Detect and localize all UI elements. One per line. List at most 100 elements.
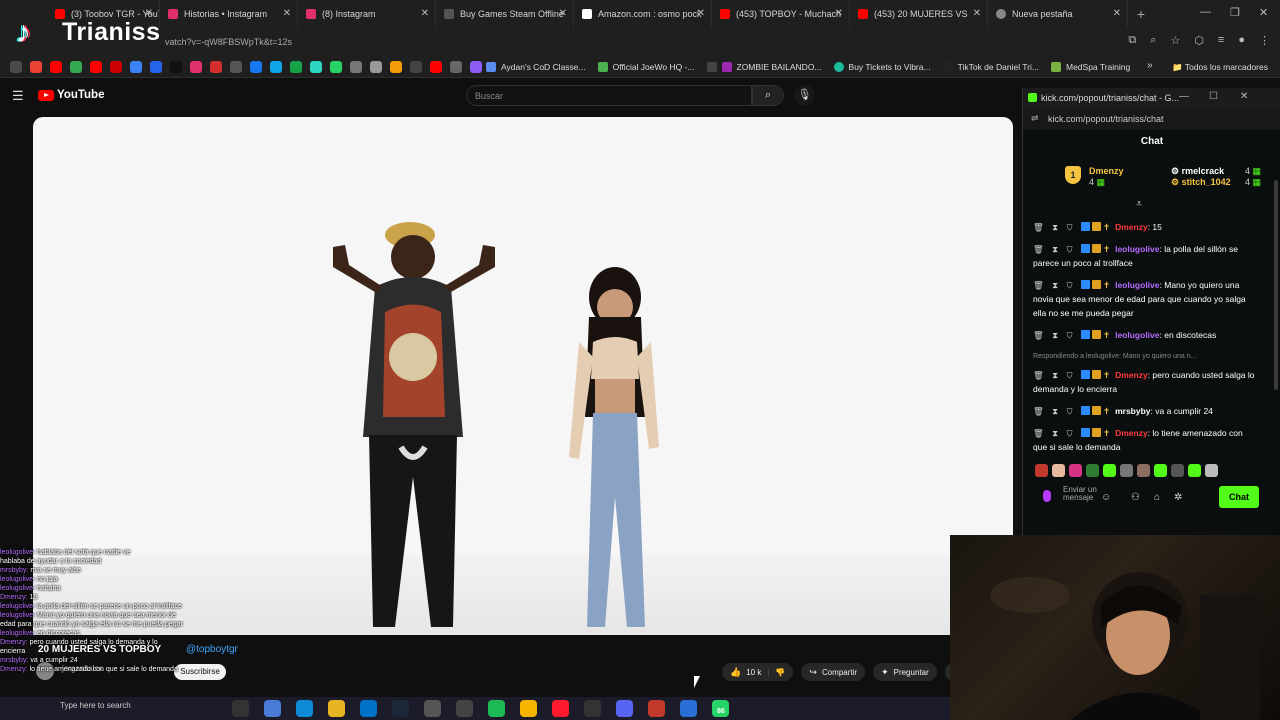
extensions-icon[interactable]: ⬡ <box>1194 34 1204 47</box>
discord-icon[interactable] <box>616 700 633 717</box>
address-bar[interactable]: vatch?v=-qW8FBSWpTk&t=12s ⧉ ⌕ ☆ ⬡ ≡ ● ⋮ <box>0 28 1280 56</box>
group-icon[interactable]: ⚇ <box>1131 492 1140 503</box>
chat-username[interactable]: Dmenzy <box>1115 222 1148 232</box>
youtube-icon[interactable] <box>90 60 102 73</box>
close-icon[interactable]: ✕ <box>1240 91 1248 102</box>
bookmark-icon[interactable] <box>350 60 362 73</box>
gear-icon[interactable]: ✲ <box>1174 492 1182 503</box>
chat-message[interactable]: 🗑 ⧗ ⛉ ✝ leolugolive: la polla del sillón … <box>1033 242 1259 270</box>
bookmark-zombie[interactable]: ZOMBIE BAILANDO... <box>706 61 822 72</box>
chat-username[interactable]: leolugolive <box>1115 330 1159 340</box>
opera-icon[interactable] <box>552 700 569 717</box>
maps-icon[interactable] <box>70 60 82 73</box>
maximize-icon[interactable]: ☐ <box>1209 91 1218 102</box>
whatsapp-icon[interactable]: 86 <box>712 700 729 717</box>
bookmark-icon[interactable] <box>370 60 382 73</box>
tab-amazon[interactable]: Amazon.com : osmo pock ✕ <box>574 0 712 28</box>
chat-message[interactable]: 🗑 ⧗ ⛉ ✝ Dmenzy: 15 <box>1033 220 1259 234</box>
whatsapp-icon[interactable] <box>330 60 342 73</box>
hamburger-icon[interactable]: ☰ <box>12 88 24 104</box>
search-input[interactable]: Buscar <box>466 85 752 106</box>
maximize-icon[interactable]: ❐ <box>1230 6 1240 19</box>
leaderboard-user[interactable]: ⚙ stitch_1042 <box>1171 177 1231 188</box>
chat-username[interactable]: Dmenzy <box>1115 370 1148 380</box>
emote-icon[interactable] <box>1188 464 1201 477</box>
scrollbar[interactable] <box>1274 180 1278 390</box>
emote-icon[interactable] <box>1052 464 1065 477</box>
youtube-icon[interactable] <box>430 60 442 73</box>
bookmark-star-icon[interactable]: ☆ <box>1170 34 1180 47</box>
minimize-icon[interactable]: — <box>1200 6 1211 18</box>
new-tab-button[interactable]: + <box>1128 6 1154 22</box>
taskbar-search[interactable]: Type here to search <box>60 701 131 710</box>
mic-icon[interactable] <box>1043 490 1051 502</box>
bookmark-icon[interactable] <box>290 60 302 73</box>
chat-message[interactable]: 🗑 ⧗ ⛉ ✝ Dmenzy: pero cuando usted salga l… <box>1033 368 1259 396</box>
zoom-icon[interactable]: ⌕ <box>1150 34 1156 47</box>
all-bookmarks[interactable]: 📁 Todos los marcadores <box>1172 62 1268 73</box>
gift-icon[interactable]: ⌂ <box>1154 492 1160 503</box>
close-icon[interactable]: ✕ <box>283 8 291 19</box>
tab-topboy-muchach[interactable]: (453) TOPBOY - Muchach ✕ <box>712 0 850 28</box>
chat-input[interactable]: Enviar un mensaje <box>1035 486 1125 510</box>
apps-grid-icon[interactable] <box>10 60 22 73</box>
spotify-icon[interactable] <box>488 700 505 717</box>
emote-icon[interactable] <box>1205 464 1218 477</box>
search-icon[interactable]: ⌕ <box>752 85 784 106</box>
close-icon[interactable]: ✕ <box>421 8 429 19</box>
bookmark-icon[interactable] <box>390 60 402 73</box>
tab-20-mujeres[interactable]: (453) 20 MUJERES VS ✕ <box>850 0 988 28</box>
emote-icon[interactable] <box>1137 464 1150 477</box>
emote-icon[interactable] <box>1069 464 1082 477</box>
youtube-icon[interactable] <box>110 60 122 73</box>
url-text[interactable]: vatch?v=-qW8FBSWpTk&t=12s <box>165 37 292 47</box>
minimize-icon[interactable]: — <box>1179 91 1189 102</box>
tab-new[interactable]: Nueva pestaña ✕ <box>988 0 1128 28</box>
emote-icon[interactable] <box>1154 464 1167 477</box>
store-icon[interactable] <box>424 700 441 717</box>
like-button[interactable]: 👍 10 k | 👎 <box>722 663 794 681</box>
bookmark-icon[interactable] <box>230 60 242 73</box>
leaderboard-user[interactable]: ⚙ rmelcrack <box>1171 166 1224 177</box>
app-icon[interactable] <box>648 700 665 717</box>
steam-icon[interactable] <box>392 700 409 717</box>
chrome-icon[interactable] <box>520 700 537 717</box>
emote-icon[interactable] <box>1086 464 1099 477</box>
app-icon[interactable] <box>584 700 601 717</box>
chat-message[interactable]: 🗑 ⧗ ⛉ ✝ mrsbyby: va a cumplir 24 <box>1033 404 1259 418</box>
share-button[interactable]: ↪ Compartir <box>801 663 866 681</box>
emoji-icon[interactable]: ☺ <box>1101 492 1111 503</box>
folder-icon[interactable] <box>328 700 345 717</box>
ask-button[interactable]: ✦ Preguntar <box>873 663 937 681</box>
chat-username[interactable]: leolugolive <box>1115 244 1159 254</box>
bookmark-tiktok[interactable]: TikTok de Daniel Tri... <box>942 61 1039 72</box>
chat-username[interactable]: mrsbyby <box>1115 406 1150 416</box>
chat-message[interactable]: 🗑 ⧗ ⛉ ✝ leolugolive: en discotecas <box>1033 328 1259 342</box>
close-window-icon[interactable]: ✕ <box>1259 6 1268 19</box>
outlook-icon[interactable] <box>360 700 377 717</box>
site-settings-icon[interactable]: ⇌ <box>1031 113 1039 124</box>
leaderboard-user[interactable]: Dmenzy <box>1089 166 1124 176</box>
thumbs-down-icon[interactable]: 👎 <box>775 668 785 677</box>
close-icon[interactable]: ✕ <box>973 8 981 19</box>
bookmark-medspa[interactable]: MedSpa Training <box>1050 61 1130 72</box>
instagram-icon[interactable] <box>190 60 202 73</box>
chat-message[interactable]: 🗑 ⧗ ⛉ ✝ Dmenzy: lo tiene amenazado con qu… <box>1033 426 1259 454</box>
chat-send-button[interactable]: Chat <box>1219 486 1259 508</box>
chat-username[interactable]: Dmenzy <box>1115 428 1148 438</box>
bookmark-icon[interactable] <box>470 60 482 73</box>
close-icon[interactable]: ✕ <box>835 8 843 19</box>
install-icon[interactable]: ⧉ <box>1128 34 1136 47</box>
youtube-icon[interactable] <box>50 60 62 73</box>
tab-instagram-stories[interactable]: Historias • Instagram ✕ <box>160 0 298 28</box>
gmail-icon[interactable] <box>30 60 42 73</box>
tab-instagram[interactable]: (8) Instagram ✕ <box>298 0 436 28</box>
chevron-right-icon[interactable]: » <box>1147 60 1153 71</box>
bookmark-aydan[interactable]: Aydan's CoD Classe... <box>486 61 586 72</box>
emote-icon[interactable] <box>1171 464 1184 477</box>
chat-message[interactable]: 🗑 ⧗ ⛉ ✝ leolugolive: Mano yo quiero una n… <box>1033 278 1259 320</box>
bookmark-icon[interactable] <box>410 60 422 73</box>
bookmark-icon[interactable] <box>150 60 162 73</box>
close-icon[interactable]: ✕ <box>559 8 567 19</box>
x-icon[interactable] <box>170 60 182 73</box>
